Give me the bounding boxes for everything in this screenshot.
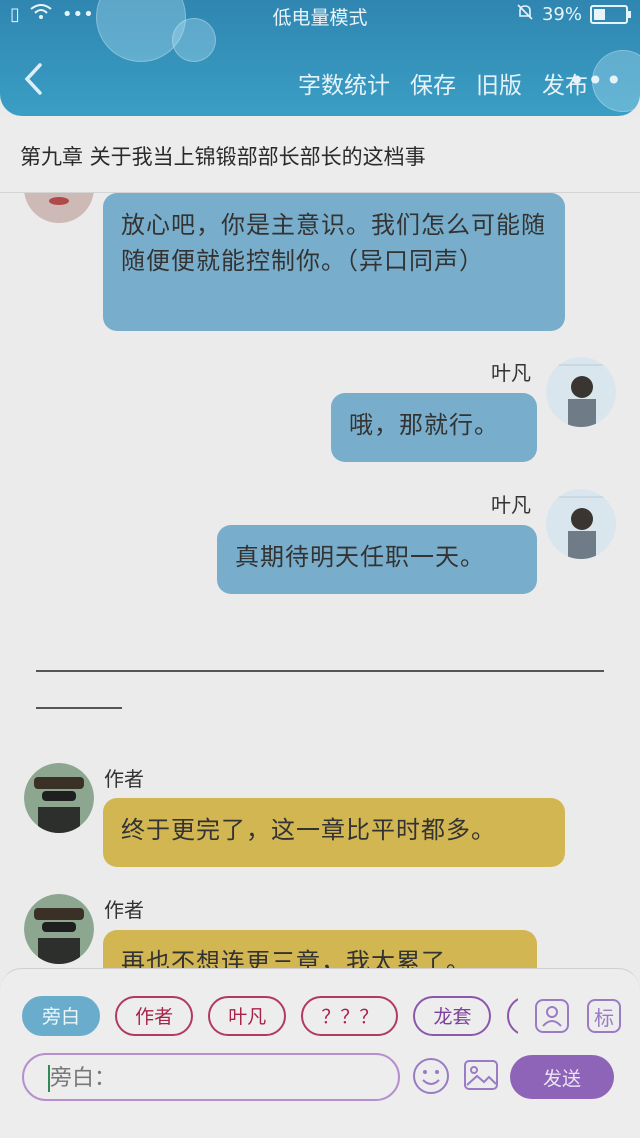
message-bubble[interactable]: 哦，那就行。 xyxy=(331,393,537,462)
input-panel: 旁白 作者 叶凡 ？？？ 龙套 直 标 发送 xyxy=(0,968,640,1138)
message-bubble[interactable]: 真期待明天任职一天。 xyxy=(217,525,537,594)
battery-fill xyxy=(594,9,605,20)
tag-button[interactable]: 标 xyxy=(587,999,621,1033)
image-icon xyxy=(464,1060,498,1090)
send-button[interactable]: 发送 xyxy=(510,1055,614,1099)
more-button[interactable]: ••• xyxy=(568,64,624,97)
avatar[interactable] xyxy=(546,357,616,427)
toolbar: 字数统计 保存 旧版 发布 xyxy=(298,66,588,100)
message-bubble[interactable]: 终于更完了，这一章比平时都多。 xyxy=(103,798,565,867)
chapter-title[interactable]: 第九章 关于我当上锦锻部部长部长的这档事 xyxy=(20,141,426,171)
character-chip-extra[interactable]: 龙套 xyxy=(413,996,492,1036)
speaker-name: 叶凡 xyxy=(491,361,531,385)
speaker-name: 叶凡 xyxy=(491,493,531,517)
divider xyxy=(36,707,122,709)
speaker-name: 作者 xyxy=(104,898,144,922)
header: ▯ ••• 低电量模式 39% 字数统计 保存 旧版 发布 ••• xyxy=(0,0,640,116)
message-input-wrapper[interactable] xyxy=(22,1053,400,1101)
character-chip-yefan[interactable]: 叶凡 xyxy=(208,996,287,1036)
character-chip-unknown[interactable]: ？？？ xyxy=(301,996,399,1036)
character-selector: 旁白 作者 叶凡 ？？？ 龙套 直 xyxy=(22,996,518,1038)
character-manage-button[interactable] xyxy=(535,999,569,1033)
save-button[interactable]: 保存 xyxy=(410,66,456,100)
speaker-name: 作者 xyxy=(104,767,144,791)
avatar[interactable] xyxy=(546,489,616,559)
emoji-button[interactable] xyxy=(412,1057,450,1095)
old-version-button[interactable]: 旧版 xyxy=(476,66,522,100)
battery-icon xyxy=(590,5,631,24)
avatar[interactable] xyxy=(24,193,94,223)
image-button[interactable] xyxy=(463,1057,499,1093)
status-icons-right: 39% xyxy=(516,3,631,26)
avatar[interactable] xyxy=(24,894,94,964)
message-bubble[interactable]: 放心吧，你是主意识。我们怎么可能随随便便就能控制你。（异口同声） xyxy=(103,193,565,331)
back-button[interactable] xyxy=(22,62,52,98)
app: ▯ ••• 低电量模式 39% 字数统计 保存 旧版 发布 ••• 第九章 关于… xyxy=(0,0,640,1138)
character-chip-author[interactable]: 作者 xyxy=(115,996,194,1036)
character-chip-more[interactable]: 直 xyxy=(506,996,518,1036)
battery-percent: 39% xyxy=(541,4,582,25)
emoji-icon xyxy=(413,1058,449,1094)
divider xyxy=(36,670,604,672)
chat-area[interactable]: 放心吧，你是主意识。我们怎么可能随随便便就能控制你。（异口同声） 叶凡 哦，那就… xyxy=(0,193,640,968)
chevron-left-icon xyxy=(24,63,42,95)
status-bar: ▯ ••• 低电量模式 39% xyxy=(0,0,640,30)
message-bubble[interactable]: 再也不想连更三章，我太累了。 xyxy=(103,930,537,968)
avatar[interactable] xyxy=(24,763,94,833)
message-input[interactable] xyxy=(48,1061,382,1095)
word-count-button[interactable]: 字数统计 xyxy=(298,66,390,100)
user-icon xyxy=(542,1006,562,1027)
character-chip-narrator[interactable]: 旁白 xyxy=(22,996,101,1036)
chapter-bar: 第九章 关于我当上锦锻部部长部长的这档事 xyxy=(0,116,640,193)
bell-off-icon xyxy=(516,3,534,26)
